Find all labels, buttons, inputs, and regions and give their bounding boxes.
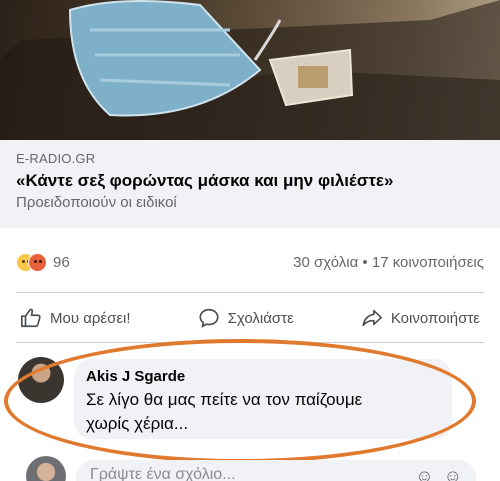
comment-text-line: Σε λίγο θα μας πείτε να τον παίζουμε [86, 390, 363, 409]
link-preview[interactable]: E-RADIO.GR «Κάντε σεξ φορώντας μάσκα και… [0, 140, 500, 228]
post-actions: Μου αρέσει! Σχολιάστε Κοινοποιήστε [8, 300, 492, 336]
comment-button[interactable]: Σχολιάστε [186, 307, 306, 329]
reaction-count: 96 [53, 253, 70, 271]
comment-bubble: Akis J Sgarde Σε λίγο θα μας πείτε να το… [74, 359, 452, 439]
thumbs-up-icon [21, 308, 41, 328]
divider [16, 292, 484, 293]
comment-author[interactable]: Akis J Sgarde [86, 368, 440, 385]
comment-text: Σε λίγο θα μας πείτε να τον παίζουμε χωρ… [86, 388, 440, 436]
mask-photo-illustration [0, 0, 500, 140]
share-arrow-icon [362, 309, 382, 327]
share-label: Κοινοποιήστε [390, 309, 480, 327]
input-icons: ☺ ☺ [415, 466, 462, 481]
comment-input[interactable]: Γράψτε ένα σχόλιο... ☺ ☺ [76, 460, 476, 481]
comment-label: Σχολιάστε [227, 309, 294, 327]
angry-emoji-icon [28, 252, 47, 272]
comment-bubble-icon [199, 308, 219, 328]
like-label: Μου αρέσει! [50, 309, 131, 327]
like-button[interactable]: Μου αρέσει! [8, 307, 143, 329]
post-stats-row: 96 30 σχόλια • 17 κοινοποιήσεις [16, 250, 484, 274]
link-subtitle: Προειδοποιούν οι ειδικοί [16, 194, 177, 211]
commenter-avatar[interactable] [18, 357, 64, 403]
share-button[interactable]: Κοινοποιήστε [349, 307, 492, 329]
comment-text-line: χωρίς χέρια... [86, 414, 189, 433]
emoji-icon[interactable]: ☺ [444, 466, 462, 481]
comment-input-placeholder: Γράψτε ένα σχόλιο... [90, 466, 236, 481]
article-image[interactable] [0, 0, 500, 140]
reactions-summary[interactable]: 96 [16, 252, 70, 272]
link-headline: «Κάντε σεξ φορώντας μάσκα και μην φιλιέσ… [16, 171, 394, 190]
sticker-icon[interactable]: ☺ [415, 466, 433, 481]
link-source: E-RADIO.GR [16, 151, 96, 166]
comments-shares-count[interactable]: 30 σχόλια • 17 κοινοποιήσεις [293, 254, 484, 271]
divider [16, 342, 484, 343]
user-avatar [26, 456, 66, 481]
